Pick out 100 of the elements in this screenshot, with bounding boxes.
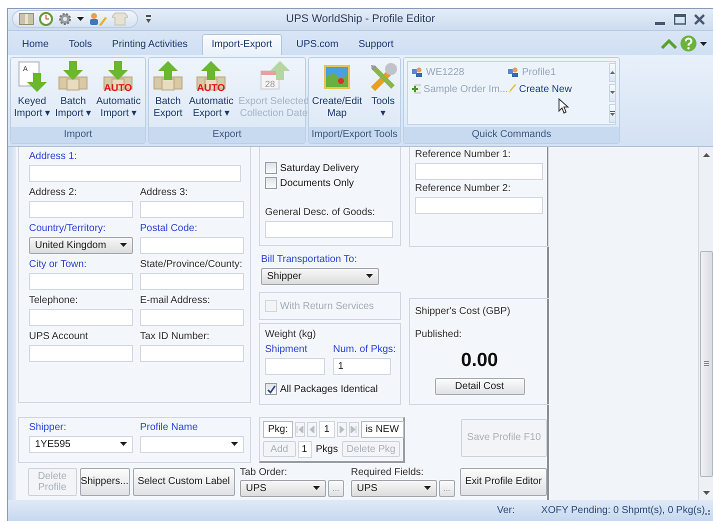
caret-icon bbox=[312, 486, 320, 490]
shirt-icon[interactable] bbox=[112, 12, 128, 26]
tab[interactable]: Support bbox=[348, 34, 404, 55]
field-label: Address 3: bbox=[140, 186, 189, 199]
up-icon bbox=[610, 70, 615, 74]
boxes-down-arrow-icon bbox=[57, 60, 90, 93]
maximize-icon[interactable] bbox=[674, 14, 686, 25]
ribbon-button[interactable]: Tools ▾ bbox=[365, 60, 402, 120]
caret-icon bbox=[77, 17, 84, 22]
input-field[interactable] bbox=[29, 344, 133, 362]
field-label: Bill Transportation To: bbox=[261, 254, 358, 266]
scroll-down-button[interactable] bbox=[609, 84, 616, 102]
input-field[interactable] bbox=[265, 358, 325, 375]
clock-icon[interactable] bbox=[39, 12, 53, 26]
help-icon[interactable] bbox=[680, 35, 697, 52]
ribbon-button[interactable]: AUTO Automatic Export ▾ bbox=[187, 60, 236, 120]
scrollbar[interactable] bbox=[698, 146, 713, 500]
button[interactable]: Detail Cost bbox=[434, 378, 524, 395]
tab[interactable]: Import-Export bbox=[202, 34, 282, 55]
input-field[interactable] bbox=[140, 308, 244, 326]
field-label: Shipment bbox=[265, 344, 308, 356]
add-icon bbox=[412, 84, 421, 94]
tab[interactable]: Tools bbox=[58, 34, 102, 55]
field-label: Tab Order: bbox=[240, 466, 288, 479]
input-field[interactable] bbox=[29, 272, 133, 290]
status-label: is NEW bbox=[360, 420, 404, 438]
version-label: Ver: bbox=[497, 505, 516, 516]
field-label: Postal Code: bbox=[140, 222, 198, 235]
group-label: Quick Commands bbox=[404, 126, 619, 143]
prev-icon bbox=[308, 426, 316, 433]
gear-icon[interactable] bbox=[58, 12, 72, 26]
input-field[interactable] bbox=[140, 272, 244, 290]
group-title: Weight (kg) bbox=[265, 328, 317, 341]
checkbox[interactable] bbox=[265, 162, 277, 174]
ribbon-button[interactable]: Create/Edit Map bbox=[310, 60, 364, 120]
group-label: Import bbox=[11, 126, 145, 143]
field-label: UPS Account bbox=[29, 330, 89, 343]
scroll-up-button[interactable] bbox=[609, 62, 616, 82]
quick-command[interactable]: Create New bbox=[508, 80, 604, 98]
customize-icon[interactable] bbox=[146, 15, 151, 24]
people-icon[interactable] bbox=[89, 12, 107, 26]
close-icon[interactable] bbox=[694, 14, 705, 25]
down-icon[interactable] bbox=[702, 491, 710, 496]
input-field[interactable] bbox=[140, 200, 244, 218]
dropdown[interactable]: 1YE595 bbox=[29, 436, 133, 453]
caret-icon bbox=[231, 442, 238, 446]
next-icon bbox=[338, 426, 346, 433]
input-field[interactable] bbox=[415, 162, 543, 180]
field-label: Tax ID Number: bbox=[140, 330, 210, 343]
collapse-icon[interactable] bbox=[661, 38, 677, 49]
input-field[interactable] bbox=[265, 220, 393, 238]
ribbon-button[interactable]: Batch Import ▾ bbox=[53, 60, 94, 120]
package-field[interactable]: 1 bbox=[319, 420, 335, 438]
ribbon-button[interactable]: AUTO Automatic Import ▾ bbox=[94, 60, 143, 120]
button[interactable]: Shippers... bbox=[80, 468, 130, 496]
tab[interactable]: Home bbox=[12, 34, 59, 55]
checkbox-label: Saturday Delivery bbox=[280, 162, 359, 174]
grip-icon bbox=[704, 361, 708, 366]
caret-icon bbox=[366, 274, 373, 278]
field-label: Country/Territory: bbox=[29, 222, 107, 235]
up-icon[interactable] bbox=[702, 152, 710, 157]
tab[interactable]: UPS.com bbox=[286, 34, 348, 55]
expand-icon bbox=[610, 110, 615, 116]
field-label: State/Province/County: bbox=[140, 258, 244, 271]
field-label: General Desc. of Goods: bbox=[265, 206, 376, 219]
last-icon bbox=[350, 426, 358, 433]
input-field[interactable] bbox=[29, 200, 133, 218]
ribbon-button[interactable]: Batch Export bbox=[150, 60, 186, 120]
tab[interactable]: Printing Activities bbox=[102, 34, 198, 55]
scroll-thumb[interactable] bbox=[700, 250, 712, 478]
cost-amount: 0.00 bbox=[461, 350, 498, 372]
input-field[interactable]: 1 bbox=[333, 358, 391, 375]
field-label: E-mail Address: bbox=[140, 294, 212, 307]
checkbox-label: Documents Only bbox=[280, 178, 354, 189]
button[interactable]: Exit Profile Editor bbox=[460, 468, 547, 496]
input-field[interactable] bbox=[140, 344, 244, 362]
boxes-up-arrow-icon bbox=[152, 60, 184, 93]
dropdown[interactable]: United Kingdom bbox=[29, 236, 133, 254]
window-icon[interactable] bbox=[19, 13, 34, 26]
count-field[interactable]: 1 bbox=[298, 440, 312, 458]
pending-status: XOFY Pending: 0 Shpmt(s), 0 Pkg(s) bbox=[541, 505, 705, 516]
input-field[interactable] bbox=[29, 308, 133, 326]
caret-icon bbox=[120, 442, 127, 446]
input-field[interactable] bbox=[140, 236, 244, 254]
user-icon bbox=[508, 67, 519, 78]
field-label: Published: bbox=[415, 328, 462, 341]
input-field[interactable] bbox=[29, 164, 241, 182]
checkbox[interactable] bbox=[265, 177, 277, 190]
more-button[interactable] bbox=[609, 104, 616, 123]
dropdown[interactable] bbox=[140, 436, 244, 453]
checkbox[interactable] bbox=[265, 383, 277, 396]
dropdown[interactable]: Shipper bbox=[261, 268, 379, 285]
field-label: Telephone: bbox=[29, 294, 79, 307]
field-label: Address 2: bbox=[29, 186, 78, 199]
caret-icon bbox=[120, 243, 127, 248]
dropdown[interactable]: UPS bbox=[350, 480, 437, 497]
button[interactable]: Select Custom Label bbox=[132, 468, 235, 496]
dropdown[interactable]: UPS bbox=[240, 480, 326, 497]
input-field[interactable] bbox=[415, 196, 543, 214]
group-label: Import/Export Tools bbox=[309, 126, 400, 143]
